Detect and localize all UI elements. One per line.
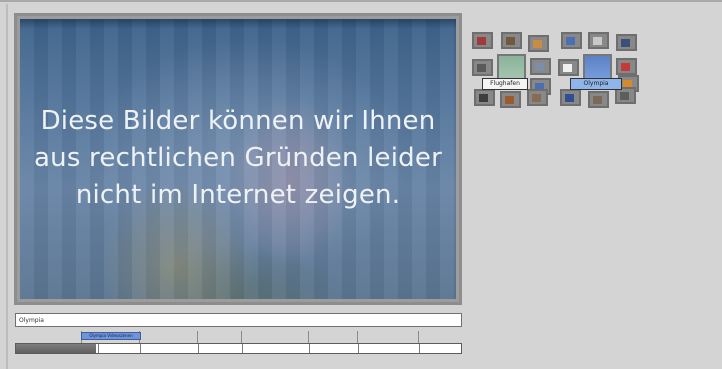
cluster-thumbnail[interactable] xyxy=(530,58,551,75)
cluster-label: Flughafen xyxy=(482,78,528,90)
timeline-segment-divider xyxy=(358,344,359,353)
thumbnail-image xyxy=(621,39,630,47)
thumbnail-image xyxy=(593,96,602,104)
cluster-thumbnail[interactable] xyxy=(588,32,609,49)
cluster-thumbnail[interactable] xyxy=(588,91,609,108)
cluster-thumbnail[interactable] xyxy=(561,32,582,49)
video-player[interactable]: Diese Bilder können wir Ihnen aus rechtl… xyxy=(14,13,462,305)
thumbnail-image xyxy=(593,37,602,45)
timeline-segment-divider xyxy=(309,344,310,353)
cluster-thumbnail[interactable] xyxy=(501,32,522,49)
thumbnail-image xyxy=(506,37,515,45)
thumbnail-image xyxy=(533,40,542,48)
cluster-thumbnail[interactable] xyxy=(500,91,521,108)
legal-notice-line-1: Diese Bilder können wir Ihnen xyxy=(40,106,436,136)
cluster-thumbnail[interactable] xyxy=(472,32,493,49)
cluster-label: Olympia xyxy=(570,78,622,90)
cluster-thumbnail[interactable] xyxy=(558,59,579,76)
cluster-thumbnail[interactable] xyxy=(527,89,548,106)
timeline-segment-divider xyxy=(140,344,141,353)
legal-notice-message: Diese Bilder können wir Ihnen aus rechtl… xyxy=(20,103,456,214)
legal-notice-line-2: aus rechtlichen Gründen leider xyxy=(34,143,442,173)
window-left-border xyxy=(6,4,8,369)
cluster-thumbnail[interactable] xyxy=(528,35,549,52)
timeline-track[interactable] xyxy=(15,343,462,354)
thumbnail-image xyxy=(535,63,544,71)
timeline[interactable]: Olympia Videoszenen xyxy=(15,331,462,355)
timeline-segment-divider xyxy=(198,344,199,353)
scene-cluster-olympia[interactable]: Olympia xyxy=(558,32,639,110)
thumbnail-image xyxy=(566,37,575,45)
timeline-progress-fill xyxy=(16,344,97,353)
thumbnail-image xyxy=(477,37,486,45)
timeline-segment-divider xyxy=(98,344,99,353)
thumbnail-image xyxy=(563,64,572,72)
thumbnail-image xyxy=(565,94,574,102)
thumbnail-image xyxy=(479,94,488,102)
video-frame-image: Diese Bilder können wir Ihnen aus rechtl… xyxy=(20,19,456,299)
cluster-thumbnail[interactable] xyxy=(616,34,637,51)
cluster-thumbnail[interactable] xyxy=(474,89,495,106)
cluster-thumbnail[interactable] xyxy=(560,89,581,106)
cluster-thumbnail[interactable] xyxy=(616,58,637,75)
thumbnail-image xyxy=(477,64,486,72)
timeline-segment-divider xyxy=(242,344,243,353)
timeline-segment-divider xyxy=(419,344,420,353)
scene-cluster-flughafen[interactable]: Flughafen xyxy=(472,32,552,110)
scene-title-input[interactable] xyxy=(15,313,462,327)
thumbnail-image xyxy=(621,63,630,71)
thumbnail-image xyxy=(505,96,514,104)
thumbnail-image xyxy=(620,92,629,100)
window-top-border xyxy=(0,0,722,2)
video-annotation-app: Diese Bilder können wir Ihnen aus rechtl… xyxy=(0,0,722,369)
thumbnail-image xyxy=(532,94,541,102)
cluster-thumbnail[interactable] xyxy=(472,59,493,76)
timeline-scene-marker[interactable]: Olympia Videoszenen xyxy=(81,332,141,340)
legal-notice-line-3: nicht im Internet zeigen. xyxy=(75,180,401,210)
